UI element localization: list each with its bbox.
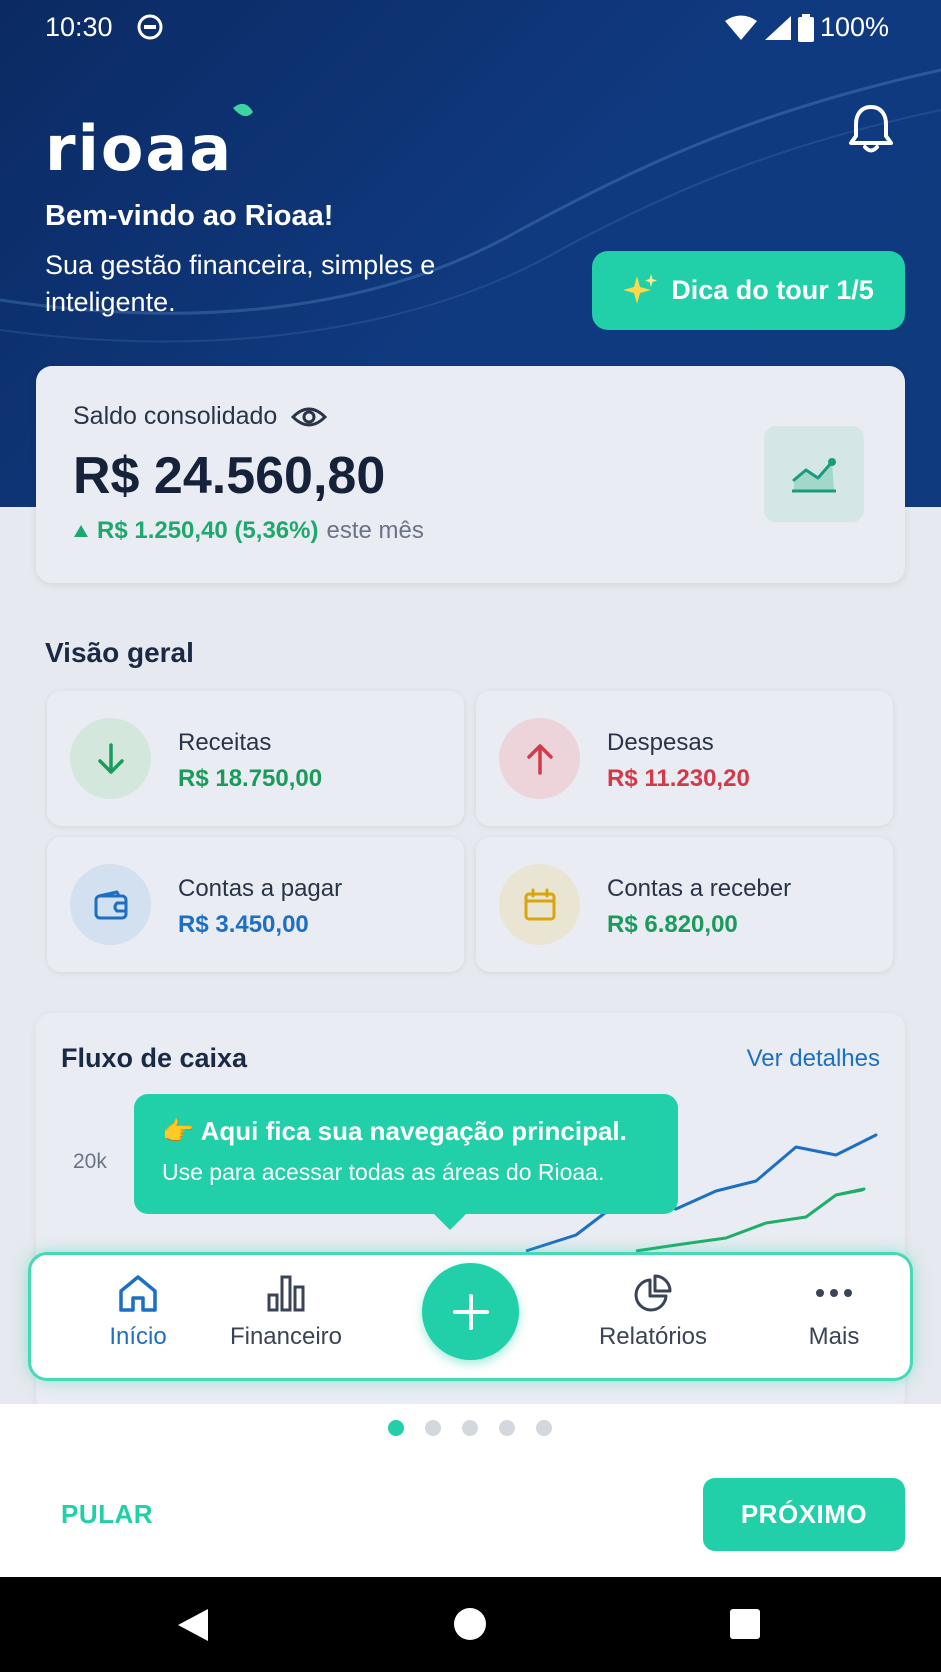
tile-despesas[interactable]: Despesas R$ 11.230,20 (476, 691, 893, 826)
do-not-disturb-icon (137, 14, 163, 40)
tile-label: Despesas (607, 729, 714, 756)
balance-card: Saldo consolidado R$ 24.560,80 R$ 1.250,… (36, 366, 905, 583)
receitas-icon-circle (70, 718, 151, 799)
page-dot (425, 1420, 441, 1436)
rioaa-logo: rioaa (45, 100, 255, 185)
balance-label-row: Saldo consolidado (73, 402, 328, 431)
tile-receitas[interactable]: Receitas R$ 18.750,00 (47, 691, 464, 826)
nav-item-relatorios[interactable]: Relatórios (573, 1273, 733, 1351)
bell-icon[interactable] (846, 102, 896, 156)
arrow-down-icon (97, 742, 124, 774)
pie-chart-icon (634, 1274, 672, 1312)
tour-tip-label: Dica do tour 1/5 (671, 275, 874, 305)
arrow-up-icon (526, 743, 553, 775)
calendar-icon (524, 888, 555, 920)
status-bar: 10:30 100% (0, 0, 941, 54)
tour-tooltip: 👉 Aqui fica sua navegação principal. Use… (134, 1094, 678, 1230)
tile-label: Contas a receber (607, 875, 792, 902)
tour-tip-button[interactable]: Dica do tour 1/5 (592, 251, 905, 330)
sparkles-icon (623, 273, 658, 304)
bottom-navigation: Início Financeiro Relatórios Mais (31, 1255, 910, 1378)
battery-icon (797, 13, 814, 42)
tile-value: R$ 3.450,00 (178, 911, 309, 938)
page-dot (536, 1420, 552, 1436)
recents-icon[interactable] (729, 1608, 761, 1640)
tile-label: Contas a pagar (178, 875, 343, 902)
eye-icon[interactable] (291, 405, 328, 429)
home-circle-icon[interactable] (453, 1607, 487, 1641)
page-dot (499, 1420, 515, 1436)
tile-label: Receitas (178, 729, 272, 756)
home-icon (119, 1275, 157, 1312)
page-dot (388, 1420, 404, 1436)
tile-contas-a-pagar[interactable]: Contas a pagar R$ 3.450,00 (47, 837, 464, 972)
trend-chart-button[interactable] (764, 426, 864, 522)
tile-contas-a-receber[interactable]: Contas a receber R$ 6.820,00 (476, 837, 893, 972)
welcome-subtitle: Sua gestão financeira, simples e intelig… (45, 250, 436, 317)
bar-chart-icon (267, 1275, 305, 1312)
logo-wordmark: rioaa (45, 112, 233, 175)
nav-label: Relatórios (598, 1323, 708, 1350)
balance-label: Saldo consolidado (73, 402, 278, 430)
despesas-icon-circle (499, 718, 580, 799)
balance-change: R$ 1.250,40 (5,36%) este mês (73, 517, 424, 545)
balance-change-period: este mês (326, 517, 424, 544)
battery-percent: 100% (819, 12, 889, 42)
tile-value: R$ 11.230,20 (607, 765, 750, 792)
add-button[interactable] (422, 1263, 519, 1360)
system-navigation-bar (0, 1577, 941, 1672)
triangle-up-icon (74, 525, 88, 537)
nav-label: Financeiro (229, 1323, 343, 1350)
trend-chart-icon (792, 458, 836, 493)
wifi-icon (724, 15, 757, 40)
nav-label: Início (109, 1323, 167, 1350)
pagar-icon-circle (70, 864, 151, 945)
receber-icon-circle (499, 864, 580, 945)
back-icon[interactable] (176, 1607, 210, 1643)
nav-item-inicio[interactable]: Início (58, 1273, 218, 1351)
tooltip-text: Use para acessar todas as áreas do Rioaa… (162, 1159, 605, 1185)
page-indicator (388, 1420, 552, 1436)
nav-item-financeiro[interactable]: Financeiro (206, 1273, 366, 1351)
balance-value: R$ 24.560,80 (73, 447, 386, 505)
welcome-title: Bem-vindo ao Rioaa! (45, 200, 334, 232)
nav-label: Mais (808, 1323, 860, 1350)
plus-icon (452, 1293, 489, 1330)
skip-button[interactable]: PULAR (61, 1499, 153, 1530)
tile-value: R$ 6.820,00 (607, 911, 738, 938)
next-button[interactable]: PRÓXIMO (703, 1478, 905, 1551)
tile-value: R$ 18.750,00 (178, 765, 323, 792)
page-dot (462, 1420, 478, 1436)
overview-title: Visão geral (45, 637, 194, 668)
balance-change-value: R$ 1.250,40 (5,36%) (97, 517, 319, 544)
status-time: 10:30 (45, 12, 113, 42)
signal-icon (764, 15, 791, 40)
nav-item-mais[interactable]: Mais (754, 1273, 914, 1351)
more-icon (816, 1289, 852, 1297)
wallet-icon (94, 890, 127, 919)
status-indicators: 100% (724, 12, 889, 43)
tooltip-title: 👉 Aqui fica sua navegação principal. (162, 1116, 627, 1146)
